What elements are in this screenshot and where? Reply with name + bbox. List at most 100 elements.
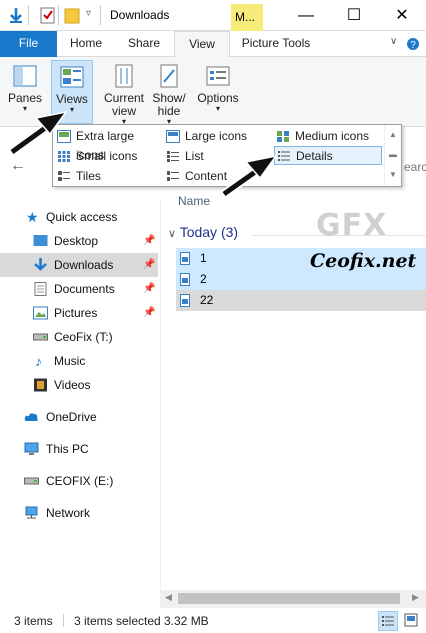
details-icon bbox=[382, 616, 394, 626]
scroll-left-icon[interactable]: ◀ bbox=[165, 592, 172, 603]
menu-medium-icons[interactable]: Medium icons bbox=[274, 127, 382, 146]
file-row[interactable]: 22 bbox=[176, 290, 426, 311]
menu-small-icons[interactable]: Small icons bbox=[55, 147, 163, 166]
scroll-down-icon[interactable]: ▼ bbox=[385, 165, 401, 185]
details-icon bbox=[278, 151, 290, 161]
navigation-pane: ★ Quick access Desktop 📌 Downloads 📌 Doc… bbox=[0, 200, 160, 590]
large-icons-view-button[interactable] bbox=[402, 611, 422, 631]
chevron-down-icon: ▾ bbox=[22, 104, 27, 113]
nav-desktop[interactable]: Desktop 📌 bbox=[0, 229, 158, 253]
views-icon bbox=[60, 66, 84, 88]
nav-pictures[interactable]: Pictures 📌 bbox=[0, 301, 158, 325]
status-selected-size: 3.32 MB bbox=[164, 614, 209, 628]
nav-network[interactable]: Network bbox=[0, 501, 158, 525]
column-header-name[interactable]: Name bbox=[178, 194, 210, 208]
window-title: Downloads bbox=[110, 8, 170, 22]
music-icon: ♪ bbox=[35, 353, 42, 369]
back-arrow-icon[interactable]: ← bbox=[10, 157, 26, 175]
status-item-count: 3 items bbox=[14, 614, 53, 628]
file-name: 22 bbox=[200, 293, 214, 307]
computer-icon bbox=[24, 442, 39, 455]
file-name: 2 bbox=[200, 272, 207, 286]
nav-ceofix-e[interactable]: CEOFIX (E:) bbox=[0, 469, 158, 493]
details-view-button[interactable] bbox=[378, 611, 398, 631]
show-hide-button[interactable]: Show/ hide ▾ bbox=[150, 60, 188, 126]
ribbon-body: Panes ▾ Views ▾ Current view ▾ Show/ hid… bbox=[0, 57, 426, 127]
views-dropdown: Extra large icons Large icons Medium ico… bbox=[52, 124, 402, 187]
nav-downloads[interactable]: Downloads 📌 bbox=[0, 253, 158, 277]
scroll-up-icon[interactable]: ▲ bbox=[385, 125, 401, 145]
large-icons-icon bbox=[404, 613, 418, 627]
image-file-icon bbox=[180, 273, 190, 286]
current-view-button[interactable]: Current view ▾ bbox=[102, 60, 146, 126]
status-bar: 3 items 3 items selected 3.32 MB bbox=[0, 608, 426, 633]
dropdown-scrollbar[interactable]: ▲ ▬ ▼ bbox=[384, 125, 401, 186]
file-name: 1 bbox=[200, 251, 207, 265]
show-hide-label-1: Show/ bbox=[152, 91, 186, 105]
tab-picture-tools[interactable]: Picture Tools bbox=[232, 31, 320, 57]
medium-icons-icon bbox=[277, 131, 289, 142]
show-hide-label-2: hide bbox=[157, 104, 181, 118]
panes-label: Panes bbox=[7, 91, 43, 105]
scroll-right-icon[interactable]: ▶ bbox=[412, 592, 419, 603]
svg-text:?: ? bbox=[410, 40, 416, 51]
separator bbox=[100, 5, 101, 25]
menu-tiles[interactable]: Tiles bbox=[55, 167, 163, 186]
tab-home[interactable]: Home bbox=[58, 31, 114, 57]
nav-this-pc[interactable]: This PC bbox=[0, 437, 158, 461]
download-arrow-icon[interactable] bbox=[8, 6, 24, 24]
file-row[interactable]: 2 bbox=[176, 269, 426, 290]
search-box-partial[interactable]: earch bbox=[404, 160, 426, 174]
pin-icon[interactable]: 📌 bbox=[143, 277, 155, 301]
scroll-more-icon[interactable]: ▬ bbox=[385, 145, 401, 165]
nav-quick-access[interactable]: ★ Quick access bbox=[0, 205, 158, 229]
pin-icon[interactable]: 📌 bbox=[143, 253, 155, 277]
pictures-icon bbox=[33, 306, 48, 320]
qa-customize-icon[interactable]: ▿ bbox=[86, 8, 91, 19]
large-icons-icon bbox=[166, 130, 180, 143]
scroll-thumb[interactable] bbox=[178, 593, 400, 604]
new-folder-icon[interactable] bbox=[64, 6, 80, 24]
manage-contextual-tab[interactable]: M... bbox=[231, 4, 263, 31]
desktop-icon bbox=[33, 235, 48, 246]
chevron-down-icon: ▾ bbox=[215, 104, 220, 113]
tab-file[interactable]: File bbox=[0, 31, 57, 57]
cloud-icon bbox=[24, 413, 38, 421]
nav-videos[interactable]: Videos bbox=[0, 373, 158, 397]
collapse-ribbon-icon[interactable]: ∨ bbox=[390, 36, 397, 47]
group-header-today[interactable]: ∨ Today (3) bbox=[168, 224, 238, 240]
panes-button[interactable]: Panes ▾ bbox=[6, 60, 44, 124]
nav-ceofix-t[interactable]: CeoFix (T:) bbox=[0, 325, 158, 349]
pin-icon[interactable]: 📌 bbox=[143, 229, 155, 253]
options-button[interactable]: Options ▾ bbox=[194, 60, 242, 124]
panes-icon bbox=[13, 65, 37, 87]
properties-icon[interactable] bbox=[40, 6, 56, 24]
star-icon: ★ bbox=[26, 209, 39, 225]
nav-music[interactable]: ♪ Music bbox=[0, 349, 158, 373]
small-icons-icon bbox=[58, 151, 70, 162]
nav-onedrive[interactable]: OneDrive bbox=[0, 405, 158, 429]
chevron-down-icon: ▾ bbox=[69, 105, 74, 114]
minimize-button[interactable]: — bbox=[282, 0, 330, 31]
horizontal-scrollbar[interactable]: ◀ ▶ bbox=[160, 590, 426, 608]
views-label: Views bbox=[56, 92, 88, 106]
network-icon bbox=[25, 506, 38, 519]
menu-extra-large-icons[interactable]: Extra large icons bbox=[55, 127, 163, 162]
pin-icon[interactable]: 📌 bbox=[143, 301, 155, 325]
options-label: Options bbox=[197, 91, 239, 105]
content-icon bbox=[167, 171, 179, 181]
nav-documents[interactable]: Documents 📌 bbox=[0, 277, 158, 301]
views-button[interactable]: Views ▾ bbox=[51, 60, 93, 124]
close-button[interactable]: ✕ bbox=[378, 0, 426, 31]
nav-pane-divider[interactable] bbox=[160, 200, 161, 590]
menu-content[interactable]: Content bbox=[164, 167, 272, 186]
menu-details[interactable]: Details bbox=[274, 146, 382, 165]
menu-list[interactable]: List bbox=[164, 147, 272, 166]
current-view-icon bbox=[115, 64, 133, 88]
maximize-button[interactable]: ☐ bbox=[330, 0, 378, 31]
tab-share[interactable]: Share bbox=[115, 31, 173, 57]
help-icon[interactable]: ? bbox=[406, 37, 420, 51]
current-view-label-1: Current bbox=[103, 91, 144, 105]
tab-view[interactable]: View bbox=[174, 31, 230, 57]
menu-large-icons[interactable]: Large icons bbox=[164, 127, 272, 146]
